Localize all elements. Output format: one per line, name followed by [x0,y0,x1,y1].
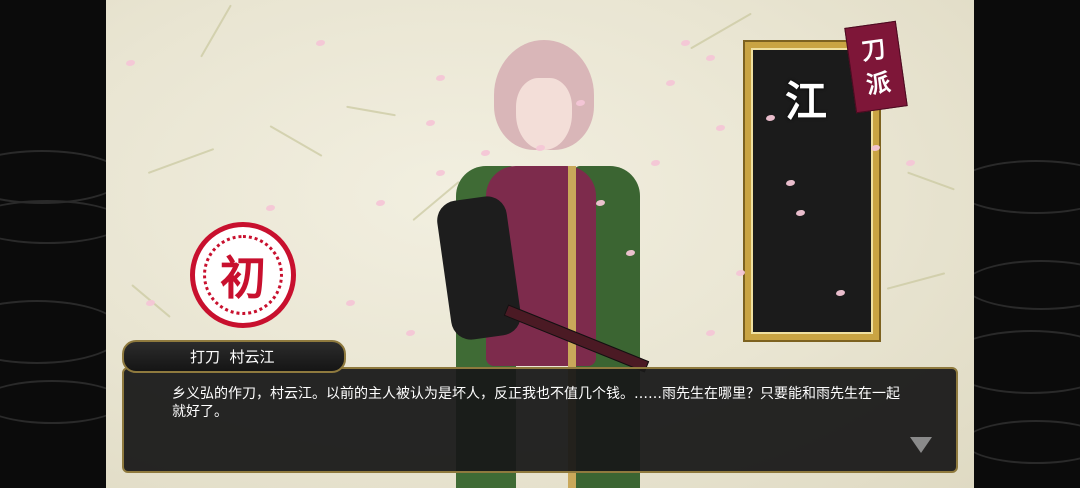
dialogue-box[interactable]: 乡义弘的作刀，村云江。以前的主人被认为是坏人，反正我也不值几个钱。……雨先生在哪… [122,367,958,473]
speaker-name: 打刀 村云江 [190,348,275,366]
seal-char: 初 [203,235,283,315]
triangle-down-icon[interactable] [910,437,932,453]
first-appearance-seal: 初 [190,222,296,328]
sword-school-tag: 刀 派 [844,20,908,114]
tag-char-2: 派 [864,67,893,100]
tablet-char: 江 [785,77,828,126]
right-border-decoration [974,0,1080,488]
speaker-nameplate: 打刀 村云江 [122,340,346,373]
left-border-decoration [0,0,106,488]
dialogue-text: 乡义弘的作刀，村云江。以前的主人被认为是坏人，反正我也不值几个钱。……雨先生在哪… [172,386,900,420]
tag-char-1: 刀 [859,33,888,66]
